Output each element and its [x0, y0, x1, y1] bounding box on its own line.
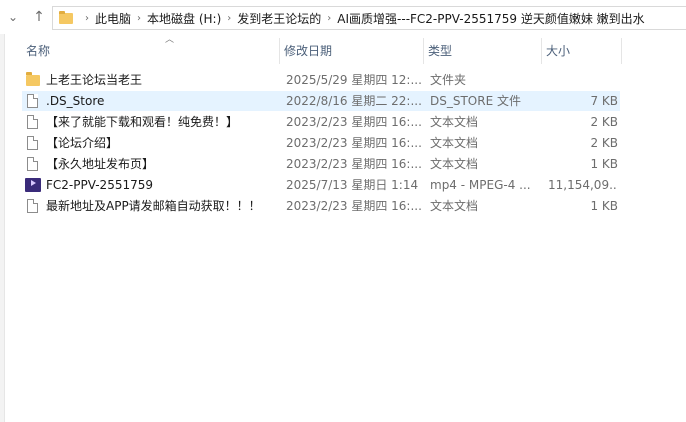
- file-size: 7 KB: [590, 94, 618, 108]
- file-type: 文件夹: [430, 73, 467, 87]
- address-bar-row: ⌄ ↑ › 此电脑 › 本地磁盘 (H:) › 发到老王论坛的 › AI画质增强…: [0, 0, 686, 34]
- navigation-pane-edge[interactable]: [0, 34, 5, 422]
- file-type: 文本文档: [430, 157, 479, 171]
- file-name: 【永久地址发布页】: [46, 157, 155, 171]
- file-type: DS_STORE 文件: [430, 94, 521, 108]
- file-date: 2025/5/29 星期四 12:...: [286, 73, 422, 87]
- column-header-size[interactable]: 大小: [542, 38, 622, 64]
- file-size: 2 KB: [590, 136, 618, 150]
- text-file-icon: [27, 199, 38, 213]
- file-name: FC2-PPV-2551759: [46, 178, 153, 192]
- file-name: 上老王论坛当老王: [46, 73, 143, 87]
- up-arrow-icon[interactable]: ↑: [30, 7, 48, 27]
- text-file-icon: [27, 157, 38, 171]
- file-name: .DS_Store: [46, 94, 105, 108]
- column-header-date[interactable]: 修改日期: [280, 38, 424, 64]
- folder-icon: [26, 72, 40, 86]
- sort-ascending-icon: ︿: [165, 35, 175, 45]
- chevron-right-icon[interactable]: ›: [85, 13, 89, 24]
- breadcrumb-folder-forum[interactable]: 发到老王论坛的: [237, 10, 321, 27]
- folder-icon: [59, 10, 73, 24]
- file-date: 2023/2/23 星期四 16:...: [286, 115, 422, 129]
- column-header-type[interactable]: 类型: [424, 38, 542, 64]
- file-date: 2022/8/16 星期二 22:...: [286, 94, 422, 108]
- file-date: 2023/2/23 星期四 16:...: [286, 157, 422, 171]
- file-row[interactable]: 【论坛介绍】 2023/2/23 星期四 16:... 文本文档 2 KB: [22, 133, 620, 153]
- breadcrumb-this-pc[interactable]: 此电脑: [95, 10, 131, 27]
- file-name: 最新地址及APP请发邮箱自动获取！！！: [46, 199, 261, 213]
- address-bar[interactable]: › 此电脑 › 本地磁盘 (H:) › 发到老王论坛的 › AI画质增强---F…: [52, 6, 686, 30]
- file-row[interactable]: .DS_Store 2022/8/16 星期二 22:... DS_STORE …: [22, 91, 620, 111]
- file-type: 文本文档: [430, 136, 479, 150]
- file-size: 1 KB: [590, 157, 618, 171]
- breadcrumb-folder-current[interactable]: AI画质增强---FC2-PPV-2551759 逆天颜值嫩妹 嫩到出水: [337, 10, 644, 27]
- file-size: [548, 70, 618, 90]
- chevron-right-icon[interactable]: ›: [227, 13, 231, 24]
- file-type: mp4 - MPEG-4 ...: [430, 178, 531, 192]
- breadcrumb-drive-h[interactable]: 本地磁盘 (H:): [147, 10, 221, 27]
- file-type: 文本文档: [430, 115, 479, 129]
- file-name: 【论坛介绍】: [46, 136, 119, 150]
- chevron-right-icon[interactable]: ›: [137, 13, 141, 24]
- chevron-down-icon[interactable]: ⌄: [4, 7, 22, 27]
- file-row[interactable]: 【来了就能下载和观看！纯免费！】 2023/2/23 星期四 16:... 文本…: [22, 112, 620, 132]
- file-icon: [27, 94, 38, 108]
- text-file-icon: [27, 136, 38, 150]
- file-size: 2 KB: [590, 115, 618, 129]
- file-date: 2023/2/23 星期四 16:...: [286, 136, 422, 150]
- chevron-right-icon[interactable]: ›: [327, 13, 331, 24]
- video-file-icon: [25, 178, 41, 192]
- file-type: 文本文档: [430, 199, 479, 213]
- file-date: 2025/7/13 星期日 1:14: [286, 178, 419, 192]
- file-date: 2023/2/23 星期四 16:...: [286, 199, 422, 213]
- file-row[interactable]: 【永久地址发布页】 2023/2/23 星期四 16:... 文本文档 1 KB: [22, 154, 620, 174]
- file-size: 11,154,09...: [548, 178, 618, 192]
- text-file-icon: [27, 115, 38, 129]
- column-header-row: 名称 ︿ 修改日期 类型 大小: [22, 35, 626, 64]
- file-size: 1 KB: [590, 199, 618, 213]
- file-name: 【来了就能下载和观看！纯免费！】: [46, 115, 239, 129]
- file-row[interactable]: FC2-PPV-2551759 2025/7/13 星期日 1:14 mp4 -…: [22, 175, 620, 195]
- file-row[interactable]: 最新地址及APP请发邮箱自动获取！！！ 2023/2/23 星期四 16:...…: [22, 196, 620, 216]
- column-header-name[interactable]: 名称: [22, 38, 280, 64]
- file-row[interactable]: 上老王论坛当老王 2025/5/29 星期四 12:... 文件夹: [22, 70, 620, 90]
